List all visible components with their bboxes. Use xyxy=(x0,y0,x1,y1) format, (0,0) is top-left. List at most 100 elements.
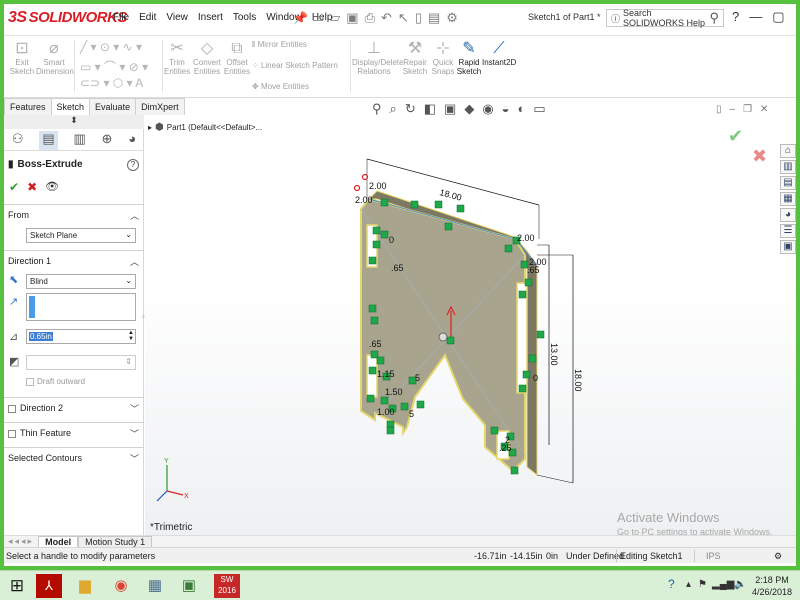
collapse-chevron-icon[interactable]: ︿ xyxy=(130,209,139,222)
view-orientation-icon[interactable]: ▣ xyxy=(444,101,456,117)
expand-chevron-icon[interactable]: ﹀ xyxy=(130,402,139,415)
dimxpert-manager-icon[interactable]: ⊕ xyxy=(102,131,113,150)
taskbar-clock[interactable]: 2:18 PM 4/26/2018 xyxy=(752,574,792,598)
menu-view[interactable]: View xyxy=(161,12,193,23)
spinner-icon[interactable]: ▲ ▼ xyxy=(128,330,134,342)
model-canvas[interactable]: 18.00 2.00 2.00 2.00 2.00 13.00 18.00 .6… xyxy=(145,115,796,535)
dim-0[interactable]: 0 xyxy=(389,235,394,245)
draft-outward-checkbox[interactable] xyxy=(26,377,34,386)
dim-1[interactable]: 1.50 xyxy=(385,387,403,397)
tab-motion-study[interactable]: Motion Study 1 xyxy=(78,535,153,548)
custom-properties-icon[interactable]: ☰ xyxy=(780,224,796,238)
depth-input[interactable]: 0.65in ▲ ▼ xyxy=(26,329,136,344)
menu-edit[interactable]: Edit xyxy=(134,12,161,23)
viewport-restore-icon[interactable]: ▯ xyxy=(716,104,722,115)
dim-2[interactable]: 5 xyxy=(415,373,420,383)
sketch-anchor-point[interactable] xyxy=(353,184,361,192)
dim-5[interactable]: 1.15 xyxy=(377,369,395,379)
selected-contours-section[interactable]: Selected Contours ﹀ xyxy=(4,447,144,469)
thin-feature-section[interactable]: Thin Feature ﹀ xyxy=(4,422,144,444)
appearances-icon[interactable]: ◕ xyxy=(780,208,796,222)
save-icon[interactable]: ▣ xyxy=(346,10,358,26)
collapse-chevron-icon[interactable]: ︿ xyxy=(130,255,139,268)
cancel-x-icon[interactable]: ✖ xyxy=(752,146,767,167)
smart-dimension-button[interactable]: ⌀ Smart Dimension xyxy=(36,40,74,76)
new-document-icon[interactable]: ▭ xyxy=(312,10,324,26)
offset-entities-button[interactable]: ⧉ Offset Entities xyxy=(223,40,251,76)
solidworks-taskbar-icon[interactable]: SW 2016 xyxy=(214,574,240,598)
expand-chevron-icon[interactable]: ﹀ xyxy=(130,452,139,465)
dim-4[interactable]: 5 xyxy=(409,409,414,419)
panel-splitter[interactable]: ⬍ xyxy=(4,115,144,129)
help-icon[interactable]: ? xyxy=(127,159,139,171)
property-manager-icon[interactable]: ▤ xyxy=(39,131,58,150)
confirm-checkmark-icon[interactable]: ✔ xyxy=(728,126,743,147)
dim-6[interactable]: 0 xyxy=(533,373,538,383)
dim-slot-a[interactable]: .65 xyxy=(391,263,404,273)
cancel-icon[interactable]: ✖ xyxy=(27,180,37,194)
thin-feature-checkbox[interactable] xyxy=(8,429,16,438)
menu-insert[interactable]: Insert xyxy=(193,12,228,23)
from-dropdown[interactable]: Sketch Plane ⌄ xyxy=(26,228,136,243)
file-explorer-icon[interactable]: ▤ xyxy=(780,176,796,190)
feature-tree-flyout[interactable]: ▸ ⬢ Part1 (Default<<Default>... xyxy=(148,122,262,133)
scene-icon[interactable]: ◐ xyxy=(518,101,526,117)
panel-collapse-icon[interactable]: ◦ xyxy=(142,312,145,321)
dim-8[interactable]: 2 xyxy=(505,435,510,445)
help-search-box[interactable]: ⓘ Search SOLIDWORKS Help ⚲ xyxy=(606,8,724,28)
dim-left-small-a[interactable]: 2.00 xyxy=(369,181,387,191)
help-tray-icon[interactable]: ? xyxy=(668,577,675,591)
acrobat-icon[interactable]: ⅄ xyxy=(36,574,62,598)
linear-pattern-button[interactable]: ⁘ Linear Sketch Pattern xyxy=(252,61,338,70)
appearance-icon[interactable]: ◒ xyxy=(502,101,510,117)
tab-sketch[interactable]: Sketch xyxy=(50,98,91,115)
menu-tools[interactable]: Tools xyxy=(228,12,261,23)
rebuild-icon[interactable]: ▯ xyxy=(415,10,422,26)
mirror-entities-button[interactable]: ⫴ Mirror Entities xyxy=(252,40,307,49)
direction2-section[interactable]: Direction 2 ﹀ xyxy=(4,397,144,419)
section-view-icon[interactable]: ◧ xyxy=(424,101,436,117)
dim-9[interactable]: 1.00 xyxy=(377,407,395,417)
sketch-origin[interactable] xyxy=(438,332,448,342)
help-question-icon[interactable]: ? xyxy=(732,9,739,25)
photos-icon[interactable]: ▣ xyxy=(176,574,202,598)
tab-scroll-arrows-icon[interactable]: ◂◂◂▸ xyxy=(4,536,38,547)
display-manager-icon[interactable]: ◕ xyxy=(128,131,136,150)
search-input[interactable]: Search SOLIDWORKS Help xyxy=(623,8,706,28)
maximize-icon[interactable]: ▢ xyxy=(772,9,784,25)
tab-model[interactable]: Model xyxy=(38,535,79,548)
line-icon[interactable]: ╱ ▾ ⊙ ▾ ∿ ▾ xyxy=(80,40,142,54)
flag-icon[interactable]: ⚑ xyxy=(698,579,707,590)
rectangle-icon[interactable]: ▭ ▾ ⌒ ▾ ⊘ ▾ xyxy=(80,58,148,75)
slot-icon[interactable]: ⊂⊃ ▾ ⬡ ▾ A xyxy=(80,76,143,90)
pin-menu-icon[interactable]: 📌 xyxy=(293,11,308,25)
menu-file[interactable]: File xyxy=(108,12,134,23)
tab-dimxpert[interactable]: DimXpert xyxy=(135,98,185,115)
forum-icon[interactable]: ▣ xyxy=(780,240,796,254)
zoom-to-area-icon[interactable]: ⌕ xyxy=(390,101,397,117)
end-condition-dropdown[interactable]: Blind ⌄ xyxy=(26,274,136,289)
close-icon[interactable]: ✕ xyxy=(795,9,800,25)
zoom-to-fit-icon[interactable]: ⚲ xyxy=(372,101,382,117)
file-explorer-taskbar-icon[interactable]: ▆ xyxy=(72,574,98,598)
trim-entities-button[interactable]: ✂ Trim Entities xyxy=(164,40,190,76)
search-icon[interactable]: ⚲ xyxy=(709,10,719,26)
network-icon[interactable]: ▂▄▆ xyxy=(712,579,734,590)
view-palette-icon[interactable]: ▦ xyxy=(780,192,796,206)
ok-checkmark-icon[interactable]: ✔ xyxy=(9,180,19,194)
direction2-checkbox[interactable] xyxy=(8,404,16,413)
convert-entities-button[interactable]: ◇ Convert Entities xyxy=(192,40,222,76)
home-icon[interactable]: ⌂ xyxy=(780,144,796,158)
dim-height-inner[interactable]: 13.00 xyxy=(549,343,559,366)
customize-status-icon[interactable]: ⚙ xyxy=(774,551,782,562)
tray-expand-icon[interactable]: ▴ xyxy=(686,579,691,590)
direction-selection-box[interactable] xyxy=(26,293,136,321)
windows-start-icon[interactable]: ⊞ xyxy=(4,574,30,598)
previous-view-icon[interactable]: ↻ xyxy=(405,101,416,117)
dim-slot-b[interactable]: .65 xyxy=(369,339,382,349)
tab-features[interactable]: Features xyxy=(4,98,52,115)
rapid-sketch-button[interactable]: ✎ Rapid Sketch xyxy=(456,40,482,76)
direction1-section[interactable]: Direction 1 ︿ xyxy=(4,250,144,272)
reverse-direction-icon[interactable]: ⬉ xyxy=(9,273,18,286)
viewport-minimize-icon[interactable]: – xyxy=(730,104,736,115)
